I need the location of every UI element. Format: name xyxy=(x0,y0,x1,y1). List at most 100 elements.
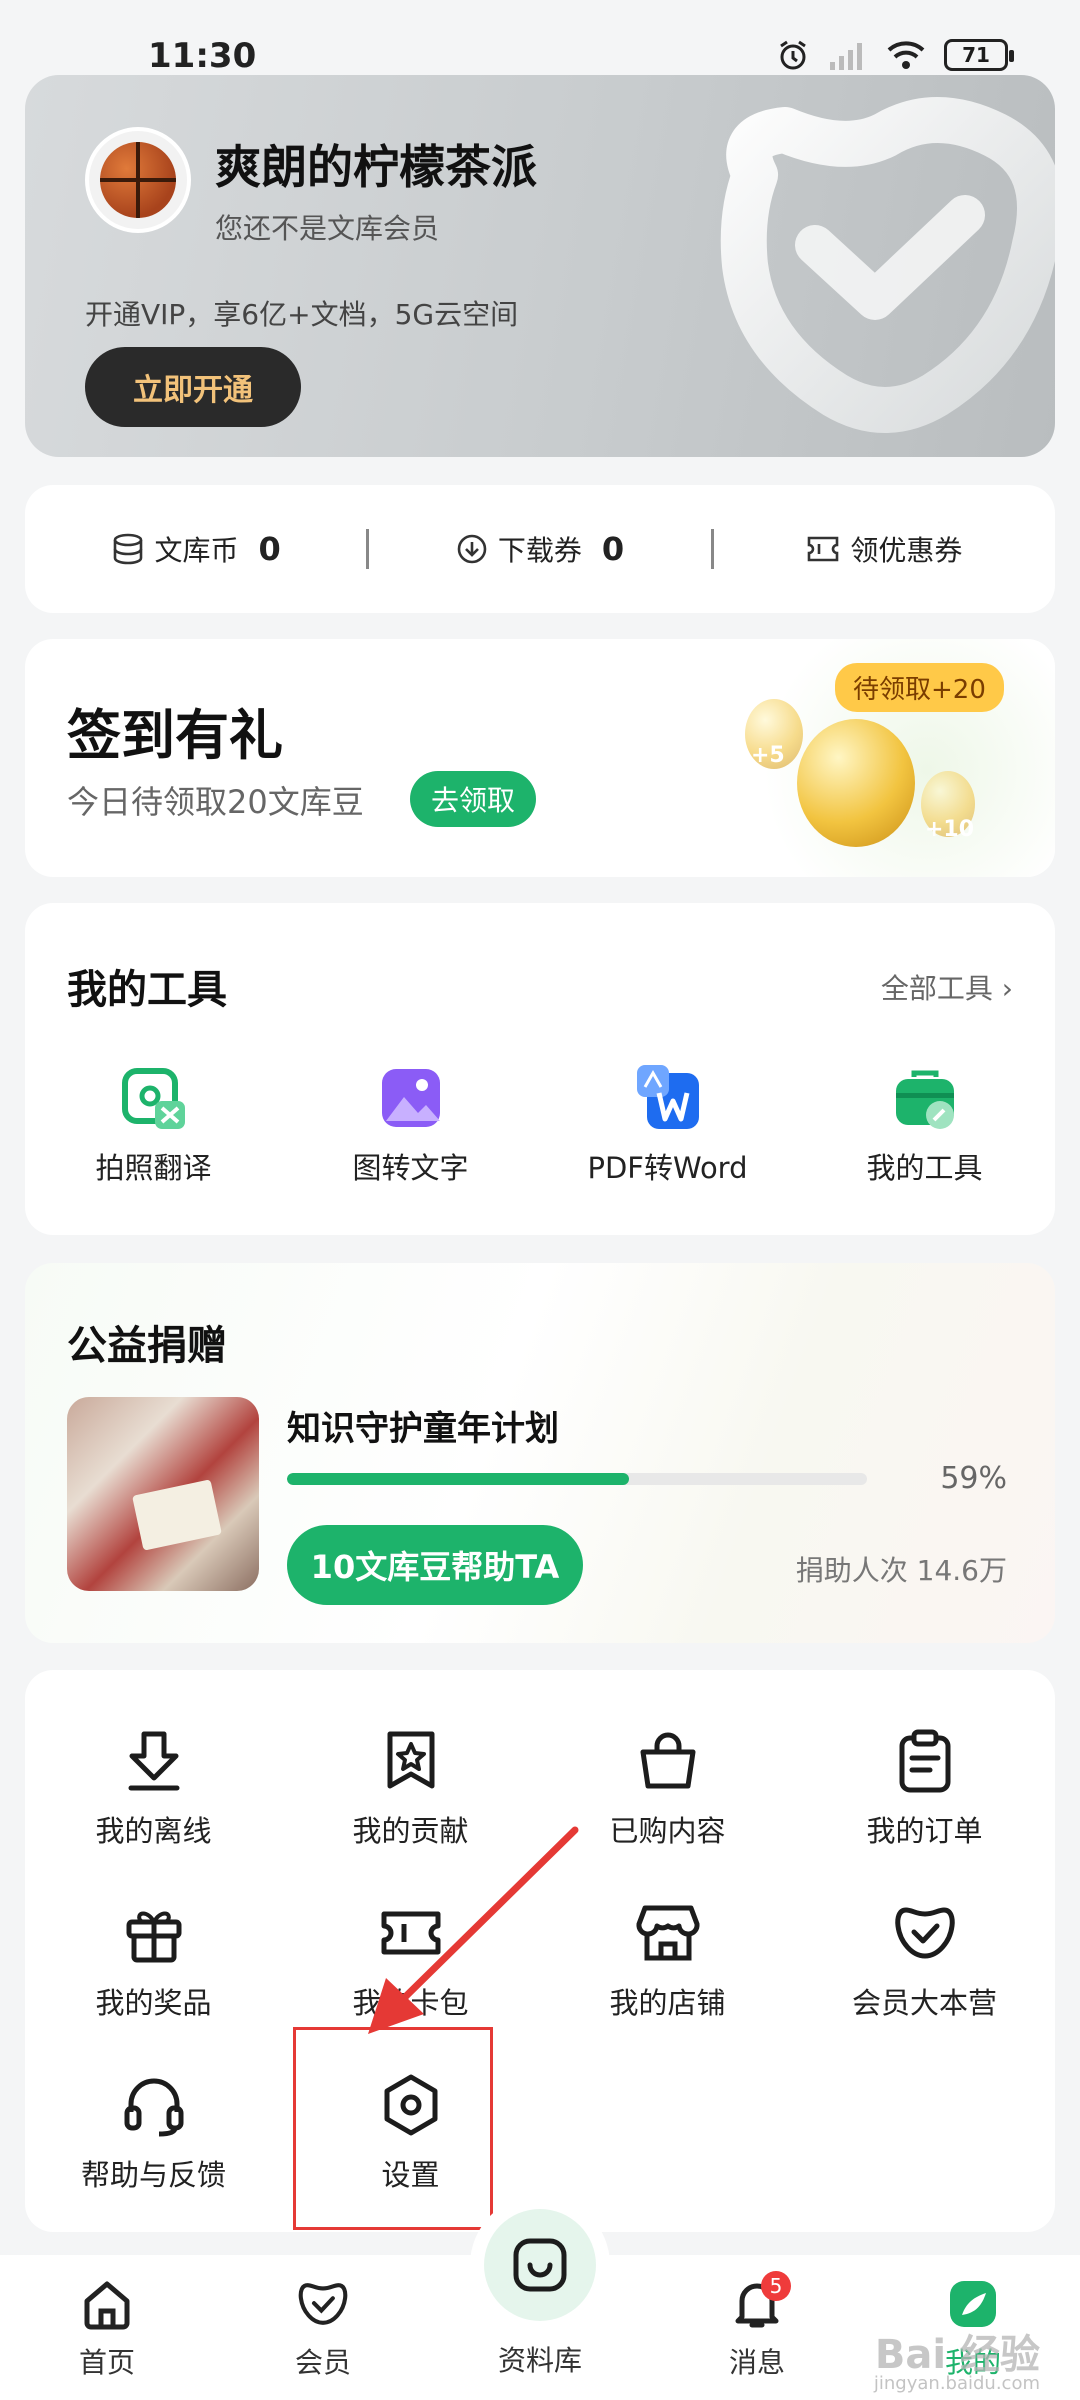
service-label: 我的离线 xyxy=(95,1814,212,1848)
service-purchased[interactable]: 已购内容 xyxy=(539,1728,796,1850)
donate-button[interactable]: 10文库豆帮助TA xyxy=(287,1525,583,1605)
status-time: 11:30 xyxy=(148,36,257,76)
checkin-card[interactable]: 签到有礼 今日待领取20文库豆 去领取 +5 +10 待领取+20 xyxy=(25,639,1055,877)
nav-home[interactable]: 首页 xyxy=(47,2277,167,2381)
asset-wenku-coin[interactable]: 文库币 0 xyxy=(25,529,366,569)
tool-pdf-to-word[interactable]: PDF转Word xyxy=(539,1063,796,1187)
charity-progress-bar xyxy=(287,1473,867,1485)
contribution-icon xyxy=(387,1731,434,1789)
wifi-icon xyxy=(887,41,925,69)
nav-label: 会员 xyxy=(294,2346,351,2379)
checkin-title: 签到有礼 xyxy=(67,704,283,767)
alarm-icon xyxy=(780,40,806,70)
claim-button[interactable]: 去领取 xyxy=(410,771,536,827)
tool-photo-translate[interactable]: 拍照翻译 xyxy=(25,1063,282,1187)
vip-promo: 开通VIP，享6亿+文档，5G云空间 xyxy=(85,298,519,331)
basketball-avatar-icon xyxy=(100,142,176,218)
notification-badge: 5 xyxy=(761,2271,791,2301)
bean-bonus-small: +5 xyxy=(751,743,785,768)
charity-title: 公益捐赠 xyxy=(67,1323,227,1369)
watermark-url: jingyan.baidu.com xyxy=(873,2373,1040,2394)
service-label: 我的奖品 xyxy=(95,1986,212,2020)
all-tools-link[interactable]: 全部工具 › xyxy=(881,967,1013,1007)
tools-title: 我的工具 xyxy=(67,967,227,1013)
nav-member[interactable]: 会员 xyxy=(263,2277,383,2381)
pending-reward-badge: 待领取+20 xyxy=(835,663,1004,712)
checkin-subtitle: 今日待领取20文库豆 xyxy=(67,783,364,821)
charity-photo xyxy=(67,1397,259,1591)
asset-label: 下载券 xyxy=(497,534,582,567)
donor-count: 捐助人次 14.6万 xyxy=(795,1554,1007,1587)
gift-icon xyxy=(126,1911,181,1963)
toolbox-icon xyxy=(895,1070,954,1129)
member-icon xyxy=(298,2283,348,2325)
asset-value: 0 xyxy=(601,530,625,568)
bottom-nav: 首页 会员 资料库 5 消息 我的 Bai 经验 jingyan.baidu.c… xyxy=(0,2209,1080,2400)
asset-coupon[interactable]: 领优惠券 xyxy=(714,529,1055,569)
member-status: 您还不是文库会员 xyxy=(215,212,440,245)
tool-label: 我的工具 xyxy=(866,1151,983,1185)
asset-row: 文库币 0 下载券 0 领优惠券 xyxy=(25,485,1055,613)
library-icon xyxy=(513,2238,567,2292)
asset-label: 文库币 xyxy=(154,534,239,567)
service-contribution[interactable]: 我的贡献 xyxy=(282,1728,539,1850)
service-label: 帮助与反馈 xyxy=(80,2158,226,2192)
home-icon xyxy=(84,2281,130,2330)
status-icons: 71 xyxy=(776,38,1014,72)
asset-value: 0 xyxy=(258,530,281,568)
pdf-to-word-icon xyxy=(636,1065,699,1129)
shopping-bag-icon xyxy=(640,1732,695,1789)
photo-translate-icon xyxy=(121,1068,185,1129)
charity-project-title: 知识守护童年计划 xyxy=(287,1409,559,1449)
service-store[interactable]: 我的店铺 xyxy=(539,1900,796,2022)
tools-grid: 拍照翻译 图转文字 PDF转Word 我的工具 xyxy=(25,1063,1055,1187)
ticket-icon xyxy=(808,536,839,562)
library-fab-button[interactable] xyxy=(484,2209,596,2321)
nav-label: 消息 xyxy=(728,2346,785,2379)
service-label: 我的店铺 xyxy=(609,1986,726,2020)
nav-messages[interactable]: 5 消息 xyxy=(697,2271,817,2381)
headset-icon xyxy=(124,2078,183,2137)
signal-icon xyxy=(830,43,862,70)
service-offline[interactable]: 我的离线 xyxy=(25,1728,282,1850)
store-icon xyxy=(635,1905,700,1961)
service-orders[interactable]: 我的订单 xyxy=(796,1728,1053,1850)
avatar[interactable] xyxy=(85,127,191,233)
bean-bonus-large: +10 xyxy=(925,817,975,842)
progress-percent: 59% xyxy=(940,1461,1007,1496)
vip-card[interactable]: 爽朗的柠檬茶派 您还不是文库会员 开通VIP，享6亿+文档，5G云空间 立即开通 xyxy=(25,75,1055,457)
service-label: 会员大本营 xyxy=(851,1986,997,2020)
service-help-feedback[interactable]: 帮助与反馈 xyxy=(25,2072,282,2194)
progress-fill xyxy=(287,1473,630,1485)
image-to-text-icon xyxy=(381,1069,440,1127)
services-card: 我的离线 我的贡献 已购内容 我的订单 我的奖品 我的卡包 我的店铺 会员大本营… xyxy=(25,1670,1055,2232)
service-member-camp[interactable]: 会员大本营 xyxy=(796,1900,1053,2022)
tools-card: 我的工具 全部工具 › 拍照翻译 图转文字 PDF转Word 我的工具 xyxy=(25,903,1055,1235)
vip-open-button[interactable]: 立即开通 xyxy=(85,347,301,427)
username[interactable]: 爽朗的柠檬茶派 xyxy=(215,131,537,197)
bean-icon xyxy=(797,719,915,847)
asset-label: 领优惠券 xyxy=(850,534,963,567)
tool-label: 拍照翻译 xyxy=(95,1151,212,1185)
offline-download-icon xyxy=(128,1731,179,1791)
charity-card[interactable]: 公益捐赠 知识守护童年计划 59% 10文库豆帮助TA 捐助人次 14.6万 xyxy=(25,1263,1055,1643)
service-label: 我的贡献 xyxy=(352,1814,469,1848)
order-clipboard-icon xyxy=(899,1729,950,1793)
card-wallet-icon xyxy=(381,1911,440,1955)
nav-label: 首页 xyxy=(78,2346,135,2379)
service-label: 我的订单 xyxy=(866,1814,983,1848)
coin-stack-icon xyxy=(113,533,142,565)
tool-image-to-text[interactable]: 图转文字 xyxy=(282,1063,539,1187)
service-label: 已购内容 xyxy=(609,1814,726,1848)
tool-label: PDF转Word xyxy=(587,1151,748,1185)
watermark-logo: Bai 经验 xyxy=(874,2332,1040,2378)
nav-library[interactable]: 资料库 xyxy=(480,2339,600,2379)
service-label: 我的卡包 xyxy=(352,1986,469,2020)
service-card-wallet[interactable]: 我的卡包 xyxy=(282,1900,539,2022)
download-circle-icon xyxy=(457,534,487,564)
annotation-highlight-box xyxy=(293,2027,493,2230)
tool-label: 图转文字 xyxy=(352,1151,469,1185)
asset-download-ticket[interactable]: 下载券 0 xyxy=(369,529,710,569)
tool-my-tools[interactable]: 我的工具 xyxy=(796,1063,1053,1187)
service-prizes[interactable]: 我的奖品 xyxy=(25,1900,282,2022)
